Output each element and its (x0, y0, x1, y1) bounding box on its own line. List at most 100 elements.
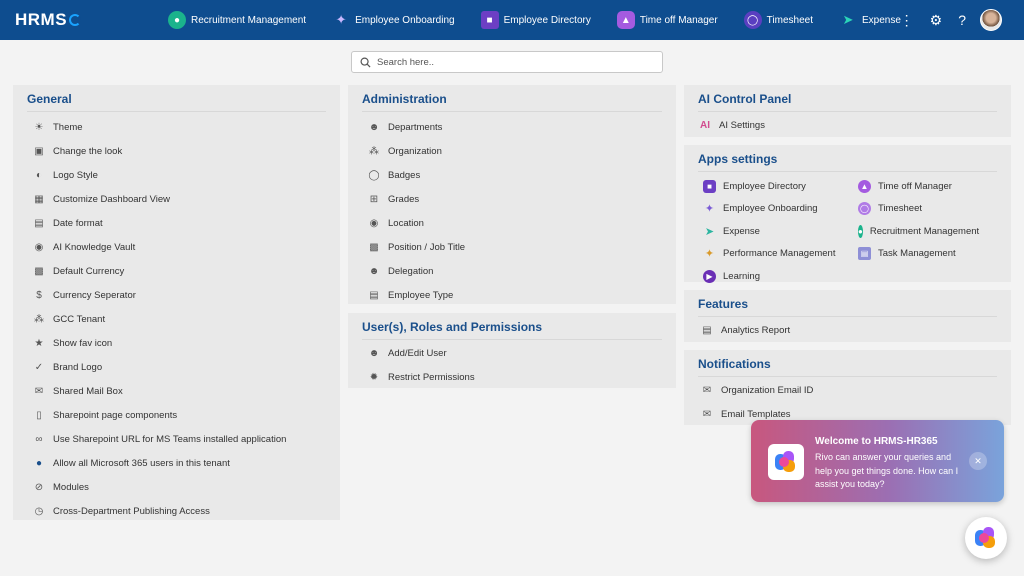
nav-time-off-manager[interactable]: ▲ Time off Manager (616, 11, 718, 29)
logo-ring-icon (69, 14, 82, 26)
item-label: Departments (388, 121, 443, 133)
item-label: Email Templates (721, 408, 791, 420)
divider (362, 111, 662, 112)
item-label: Delegation (388, 265, 434, 277)
top-navigation-bar: HRMS ● Recruitment Management ✦ Employee… (0, 0, 1024, 40)
nav-label: Employee Onboarding (355, 14, 455, 26)
admin-departments[interactable]: ☻ Departments (348, 115, 676, 139)
setting-ai-knowledge-vault[interactable]: ◉ AI Knowledge Vault (13, 235, 340, 259)
setting-allow-m365-users[interactable]: ● Allow all Microsoft 365 users in this t… (13, 451, 340, 475)
app-timesheet[interactable]: ◯ Timesheet (839, 198, 979, 221)
item-label: Analytics Report (721, 324, 791, 336)
setting-theme[interactable]: ☀ Theme (13, 115, 340, 139)
setting-default-currency[interactable]: ▩ Default Currency (13, 259, 340, 283)
grades-icon: ⊞ (369, 193, 379, 205)
admin-delegation[interactable]: ☻ Delegation (348, 259, 676, 283)
setting-change-look[interactable]: ▣ Change the look (13, 139, 340, 163)
app-task-management[interactable]: ▤ Task Management (839, 243, 979, 266)
setting-customize-dashboard[interactable]: ▦ Customize Dashboard View (13, 187, 340, 211)
timesheet-icon: ◯ (858, 202, 871, 216)
app-learning[interactable]: ▶ Learning (684, 265, 839, 288)
gear-icon[interactable]: ⚙ (930, 12, 943, 29)
app-employee-onboarding[interactable]: ✦ Employee Onboarding (684, 198, 839, 221)
item-label: Badges (388, 169, 421, 181)
item-label: Date format (53, 217, 103, 229)
timeoff-icon: ▲ (616, 11, 635, 29)
ai-settings[interactable]: AI AI Settings (684, 113, 1011, 137)
features-panel: Features ▤ Analytics Report (684, 290, 1011, 342)
recruitment-icon: ● (858, 224, 863, 238)
app-expense[interactable]: ➤ Expense (684, 220, 839, 243)
admin-organization[interactable]: ⁂ Organization (348, 139, 676, 163)
feature-analytics-report[interactable]: ▤ Analytics Report (684, 318, 1011, 342)
app-time-off-manager[interactable]: ▲ Time off Manager (839, 175, 979, 198)
dashboard-icon: ▦ (34, 193, 44, 205)
badge-icon: ◯ (368, 169, 380, 181)
app-recruitment-management[interactable]: ● Recruitment Management (839, 220, 979, 243)
admin-position-job-title[interactable]: ▩ Position / Job Title (348, 235, 676, 259)
item-label: Show fav icon (53, 337, 113, 349)
user-avatar[interactable] (980, 9, 1002, 31)
admin-location[interactable]: ◉ Location (348, 211, 676, 235)
nav-label: Time off Manager (639, 14, 718, 26)
close-icon[interactable]: ✕ (969, 452, 987, 470)
publish-icon: ◷ (34, 505, 44, 517)
setting-gcc-tenant[interactable]: ⁂ GCC Tenant (13, 307, 340, 331)
setting-cross-department-publishing[interactable]: ◷ Cross-Department Publishing Access (13, 499, 340, 523)
roles-restrict-permissions[interactable]: ✹ Restrict Permissions (348, 365, 676, 389)
setting-sharepoint-url-teams[interactable]: ∞ Use Sharepoint URL for MS Teams install… (13, 427, 340, 451)
restrict-icon: ✹ (369, 371, 379, 383)
notification-org-email[interactable]: ✉ Organization Email ID (684, 378, 1011, 402)
setting-date-format[interactable]: ▤ Date format (13, 211, 340, 235)
item-label: Position / Job Title (388, 241, 466, 253)
app-logo[interactable]: HRMS (15, 10, 82, 30)
item-label: Recruitment Management (869, 225, 980, 237)
admin-employee-type[interactable]: ▤ Employee Type (348, 283, 676, 307)
admin-grades[interactable]: ⊞ Grades (348, 187, 676, 211)
item-label: Customize Dashboard View (53, 193, 171, 205)
recruitment-icon: ● (168, 11, 186, 29)
help-icon[interactable]: ? (958, 12, 966, 28)
search-input[interactable] (377, 56, 657, 68)
app-employee-directory[interactable]: ■ Employee Directory (684, 175, 839, 198)
theme-icon: ☀ (34, 121, 44, 133)
sharepoint-icon: ▯ (36, 409, 42, 421)
nav-label: Timesheet (766, 14, 813, 26)
expense-icon: ➤ (842, 12, 854, 27)
setting-sharepoint-components[interactable]: ▯ Sharepoint page components (13, 403, 340, 427)
item-label: Logo Style (53, 169, 98, 181)
panel-title: Apps settings (698, 152, 778, 166)
favicon-icon: ★ (34, 337, 44, 349)
item-label: Performance Management (723, 248, 836, 260)
setting-show-fav-icon[interactable]: ★ Show fav icon (13, 331, 340, 355)
setting-brand-logo[interactable]: ✓ Brand Logo (13, 355, 340, 379)
admin-badges[interactable]: ◯ Badges (348, 163, 676, 187)
nav-recruitment-management[interactable]: ● Recruitment Management (168, 11, 306, 29)
item-label: Restrict Permissions (388, 371, 475, 383)
change-look-icon: ▣ (34, 145, 44, 157)
item-label: Grades (388, 193, 420, 205)
item-label: Use Sharepoint URL for MS Teams installe… (53, 433, 287, 445)
item-label: GCC Tenant (53, 313, 106, 325)
add-user-icon: ☻ (368, 347, 380, 359)
nav-timesheet[interactable]: ◯ Timesheet (743, 11, 813, 29)
more-options-icon[interactable]: ⋮ (900, 12, 914, 29)
app-performance-management[interactable]: ✦ Performance Management (684, 243, 839, 266)
roles-add-edit-user[interactable]: ☻ Add/Edit User (348, 341, 676, 365)
assistant-launcher-button[interactable] (965, 517, 1007, 559)
timeoff-icon: ▲ (858, 179, 871, 193)
administration-panel: Administration ☻ Departments ⁂ Organizatio… (348, 85, 676, 304)
nav-employee-onboarding[interactable]: ✦ Employee Onboarding (332, 11, 455, 29)
search-box (351, 51, 663, 73)
setting-logo-style[interactable]: ◐ Logo Style (13, 163, 340, 187)
setting-currency-separator[interactable]: $ Currency Seperator (13, 283, 340, 307)
setting-modules[interactable]: ⊘ Modules (13, 475, 340, 499)
nav-employee-directory[interactable]: ■ Employee Directory (480, 11, 591, 29)
roles-permissions-panel: User(s), Roles and Permissions ☻ Add/Edit… (348, 313, 676, 388)
logo-text: HRMS (15, 10, 68, 29)
currency-icon: ▩ (34, 265, 44, 277)
item-label: Add/Edit User (388, 347, 447, 359)
divider (698, 111, 997, 112)
analytics-icon: ▤ (702, 324, 712, 336)
setting-shared-mail-box[interactable]: ✉ Shared Mail Box (13, 379, 340, 403)
